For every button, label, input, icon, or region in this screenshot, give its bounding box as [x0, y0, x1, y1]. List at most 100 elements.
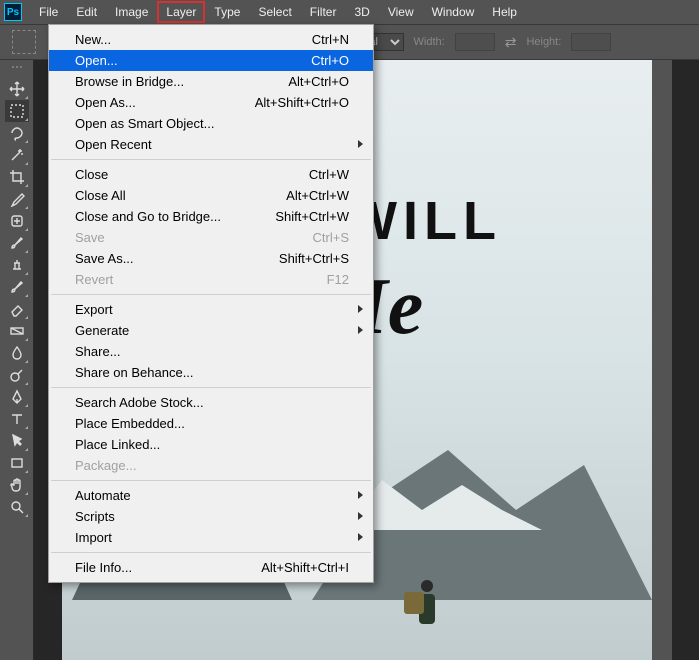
menuitem-label: Place Linked... [75, 437, 160, 452]
menuitem-search-adobe-stock[interactable]: Search Adobe Stock... [49, 392, 373, 413]
menu-separator [51, 294, 371, 295]
submenu-arrow-icon [358, 305, 363, 313]
menuitem-label: Share... [75, 344, 121, 359]
menuitem-shortcut: Alt+Shift+Ctrl+O [255, 95, 349, 110]
menuitem-share[interactable]: Share... [49, 341, 373, 362]
menuitem-new[interactable]: New... Ctrl+N [49, 29, 373, 50]
menuitem-shortcut: Ctrl+S [313, 230, 349, 245]
menu-separator [51, 480, 371, 481]
menu-select[interactable]: Select [249, 1, 300, 23]
menuitem-import[interactable]: Import [49, 527, 373, 548]
menuitem-label: Save As... [75, 251, 134, 266]
healing-brush-tool[interactable] [5, 210, 29, 232]
menuitem-share-on-behance[interactable]: Share on Behance... [49, 362, 373, 383]
magic-wand-tool[interactable] [5, 144, 29, 166]
type-tool[interactable] [5, 408, 29, 430]
hand-tool[interactable] [5, 474, 29, 496]
submenu-arrow-icon [358, 491, 363, 499]
menuitem-open-as-smart-object[interactable]: Open as Smart Object... [49, 113, 373, 134]
menuitem-label: Search Adobe Stock... [75, 395, 204, 410]
menuitem-browse-in-bridge[interactable]: Browse in Bridge... Alt+Ctrl+O [49, 71, 373, 92]
menuitem-shortcut: Ctrl+O [311, 53, 349, 68]
menuitem-shortcut: Ctrl+N [312, 32, 349, 47]
swap-icon[interactable]: ⇄ [505, 34, 517, 51]
menuitem-label: Share on Behance... [75, 365, 194, 380]
menuitem-close[interactable]: Close Ctrl+W [49, 164, 373, 185]
menuitem-label: Open Recent [75, 137, 152, 152]
menuitem-label: Open As... [75, 95, 136, 110]
menuitem-label: Export [75, 302, 113, 317]
menuitem-label: Browse in Bridge... [75, 74, 184, 89]
menuitem-label: Scripts [75, 509, 115, 524]
menu-file[interactable]: File [30, 1, 67, 23]
menuitem-label: Revert [75, 272, 113, 287]
pen-tool[interactable] [5, 386, 29, 408]
menuitem-automate[interactable]: Automate [49, 485, 373, 506]
crop-tool[interactable] [5, 166, 29, 188]
submenu-arrow-icon [358, 326, 363, 334]
menu-separator [51, 552, 371, 553]
menu-view[interactable]: View [379, 1, 423, 23]
menuitem-close-and-go-to-bridge[interactable]: Close and Go to Bridge...Shift+Ctrl+W [49, 206, 373, 227]
brush-tool[interactable] [5, 232, 29, 254]
menuitem-scripts[interactable]: Scripts [49, 506, 373, 527]
menuitem-shortcut: Alt+Ctrl+O [288, 74, 349, 89]
menuitem-shortcut: Ctrl+W [309, 167, 349, 182]
menuitem-save: SaveCtrl+S [49, 227, 373, 248]
history-brush-tool[interactable] [5, 276, 29, 298]
menuitem-label: New... [75, 32, 111, 47]
menuitem-open[interactable]: Open...Ctrl+O [49, 50, 373, 71]
menu-edit[interactable]: Edit [67, 1, 106, 23]
dodge-tool[interactable] [5, 364, 29, 386]
submenu-arrow-icon [358, 533, 363, 541]
menuitem-shortcut: Shift+Ctrl+W [275, 209, 349, 224]
menuitem-open-as[interactable]: Open As... Alt+Shift+Ctrl+O [49, 92, 373, 113]
menuitem-label: Package... [75, 458, 136, 473]
menuitem-export[interactable]: Export [49, 299, 373, 320]
menuitem-revert: Revert F12 [49, 269, 373, 290]
menuitem-place-linked[interactable]: Place Linked... [49, 434, 373, 455]
menuitem-label: Place Embedded... [75, 416, 185, 431]
menuitem-package: Package... [49, 455, 373, 476]
rectangle-tool[interactable] [5, 452, 29, 474]
gradient-tool[interactable] [5, 320, 29, 342]
menu-help[interactable]: Help [483, 1, 526, 23]
menuitem-shortcut: Alt+Ctrl+W [286, 188, 349, 203]
menuitem-file-info[interactable]: File Info...Alt+Shift+Ctrl+I [49, 557, 373, 578]
file-menu-dropdown: New...Ctrl+NOpen...Ctrl+OBrowse in Bridg… [48, 24, 374, 583]
menuitem-open-recent[interactable]: Open Recent [49, 134, 373, 155]
move-tool[interactable] [5, 78, 29, 100]
lasso-tool[interactable] [5, 122, 29, 144]
menuitem-label: Close All [75, 188, 126, 203]
zoom-tool[interactable] [5, 496, 29, 518]
menuitem-close-all[interactable]: Close All Alt+Ctrl+W [49, 185, 373, 206]
menu-filter[interactable]: Filter [301, 1, 346, 23]
menubar: Ps FileEditImageLayerTypeSelectFilter3DV… [0, 0, 699, 24]
height-input [571, 33, 611, 51]
eyedropper-tool[interactable] [5, 188, 29, 210]
menu-separator [51, 387, 371, 388]
menuitem-shortcut: Shift+Ctrl+S [279, 251, 349, 266]
menu-window[interactable]: Window [423, 1, 484, 23]
menuitem-label: Close [75, 167, 108, 182]
menu-3d[interactable]: 3D [345, 1, 378, 23]
menuitem-place-embedded[interactable]: Place Embedded... [49, 413, 373, 434]
submenu-arrow-icon [358, 140, 363, 148]
tools-panel [0, 60, 34, 660]
menuitem-generate[interactable]: Generate [49, 320, 373, 341]
tools-handle-icon[interactable] [5, 66, 29, 72]
clone-stamp-tool[interactable] [5, 254, 29, 276]
menu-image[interactable]: Image [106, 1, 157, 23]
tool-preset-icon[interactable] [12, 30, 36, 54]
marquee-tool[interactable] [5, 100, 29, 122]
menu-type[interactable]: Type [205, 1, 249, 23]
blur-tool[interactable] [5, 342, 29, 364]
width-label: Width: [414, 36, 445, 48]
menuitem-shortcut: F12 [327, 272, 349, 287]
menuitem-save-as[interactable]: Save As... Shift+Ctrl+S [49, 248, 373, 269]
path-select-tool[interactable] [5, 430, 29, 452]
eraser-tool[interactable] [5, 298, 29, 320]
menuitem-label: Generate [75, 323, 129, 338]
menu-layer[interactable]: Layer [157, 1, 205, 23]
menuitem-label: Open as Smart Object... [75, 116, 214, 131]
